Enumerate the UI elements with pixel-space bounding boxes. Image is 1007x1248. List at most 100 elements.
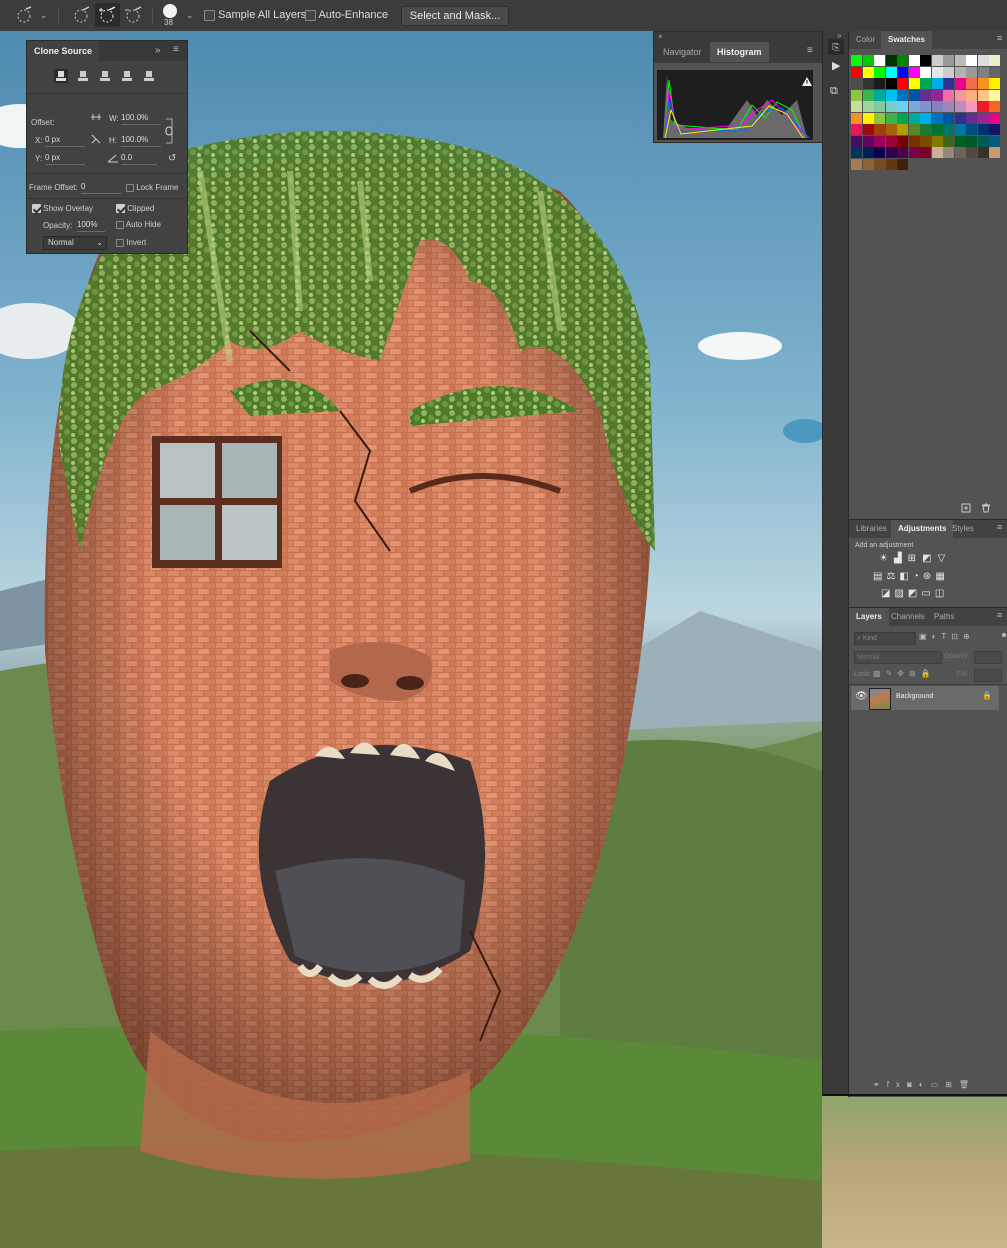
- color-swatch[interactable]: [885, 78, 897, 89]
- opacity-field[interactable]: 100%: [77, 219, 105, 232]
- color-swatch[interactable]: [897, 66, 908, 78]
- color-swatch[interactable]: [954, 112, 966, 124]
- color-swatch[interactable]: [862, 55, 874, 66]
- color-swatch[interactable]: [897, 124, 908, 135]
- lock-frame-checkbox[interactable]: Lock Frame: [126, 183, 178, 192]
- color-swatch[interactable]: [920, 112, 931, 124]
- panel-menu-icon[interactable]: ≡: [997, 33, 1002, 43]
- color-swatch[interactable]: [989, 89, 1000, 101]
- y-field[interactable]: 0 px: [45, 152, 85, 165]
- clone-source-panel-icon[interactable]: ⎘: [828, 39, 844, 55]
- color-swatch[interactable]: [954, 124, 966, 135]
- h-field[interactable]: 100.0%: [121, 134, 161, 147]
- channel-mixer-icon[interactable]: ⊛: [923, 571, 935, 582]
- color-swatch[interactable]: [966, 66, 977, 78]
- layer-row[interactable]: 👁 Background 🔒: [851, 686, 999, 710]
- color-swatch[interactable]: [862, 78, 874, 89]
- lock-transparent-icon[interactable]: ▩: [873, 669, 886, 678]
- panel-menu-icon[interactable]: ≡: [997, 610, 1002, 620]
- layer-name[interactable]: Background: [896, 693, 933, 700]
- color-swatch[interactable]: [862, 124, 874, 135]
- filter-type-icon[interactable]: T: [941, 632, 951, 641]
- color-swatch[interactable]: [966, 78, 977, 89]
- threshold-icon[interactable]: ◩: [908, 588, 921, 599]
- vibrance-icon[interactable]: ▽: [938, 553, 952, 564]
- color-swatch[interactable]: [920, 66, 931, 78]
- lock-paint-icon[interactable]: ✎: [886, 669, 898, 678]
- tab-libraries[interactable]: Libraries: [849, 520, 894, 538]
- color-swatch[interactable]: [885, 147, 897, 158]
- tab-swatches[interactable]: Swatches: [881, 31, 932, 49]
- color-swatch[interactable]: [954, 135, 966, 147]
- reset-transform-icon[interactable]: ↺: [168, 153, 176, 164]
- angle-field[interactable]: 0.0: [121, 152, 157, 165]
- overlay-blend-mode-dropdown[interactable]: Normal ⌄: [43, 236, 107, 250]
- color-swatch[interactable]: [874, 55, 885, 66]
- color-swatch[interactable]: [943, 78, 954, 89]
- color-swatch[interactable]: [989, 66, 1000, 78]
- color-balance-icon[interactable]: ⚖: [886, 571, 899, 582]
- color-swatch[interactable]: [874, 112, 885, 124]
- color-swatch[interactable]: [954, 147, 966, 158]
- color-swatch[interactable]: [943, 89, 954, 101]
- color-swatch[interactable]: [851, 101, 862, 112]
- color-swatch[interactable]: [908, 147, 920, 158]
- color-swatch[interactable]: [885, 135, 897, 147]
- tab-clone-source[interactable]: Clone Source: [27, 41, 100, 61]
- color-swatch[interactable]: [943, 55, 954, 66]
- color-swatch[interactable]: [862, 135, 874, 147]
- tab-histogram[interactable]: Histogram: [710, 42, 769, 62]
- link-layers-icon[interactable]: ⚭: [873, 1080, 887, 1089]
- color-swatch[interactable]: [874, 78, 885, 89]
- delete-layer-icon[interactable]: 🗑: [959, 1080, 976, 1089]
- tab-styles[interactable]: Styles: [945, 520, 981, 538]
- layer-fill-field[interactable]: [974, 669, 1002, 682]
- exposure-icon[interactable]: ◩: [922, 553, 937, 564]
- color-swatch[interactable]: [989, 78, 1000, 89]
- color-swatch[interactable]: [851, 147, 862, 158]
- color-swatch[interactable]: [885, 55, 897, 66]
- color-swatch[interactable]: [874, 135, 885, 147]
- color-swatch[interactable]: [874, 101, 885, 112]
- auto-hide-checkbox[interactable]: Auto Hide: [116, 220, 161, 229]
- color-swatch[interactable]: [989, 101, 1000, 112]
- color-swatch[interactable]: [966, 135, 977, 147]
- color-swatch[interactable]: [931, 55, 943, 66]
- warning-icon[interactable]: [802, 77, 812, 86]
- eye-visibility-icon[interactable]: 👁: [855, 691, 868, 702]
- color-swatch[interactable]: [966, 124, 977, 135]
- filter-toggle-icon[interactable]: [1002, 633, 1006, 637]
- add-to-selection-button[interactable]: [95, 3, 120, 27]
- color-swatch[interactable]: [954, 101, 966, 112]
- color-swatch[interactable]: [885, 101, 897, 112]
- frame-offset-field[interactable]: 0: [81, 181, 121, 194]
- color-swatch[interactable]: [989, 55, 1000, 66]
- panel-menu-icon[interactable]: ≡: [997, 522, 1002, 532]
- new-adjustment-layer-icon[interactable]: ◐: [919, 1080, 931, 1089]
- color-swatch[interactable]: [897, 55, 908, 66]
- color-swatch[interactable]: [908, 124, 920, 135]
- color-swatch[interactable]: [977, 66, 989, 78]
- color-swatch[interactable]: [851, 112, 862, 124]
- color-swatch[interactable]: [885, 89, 897, 101]
- link-proportions-icon[interactable]: [164, 117, 174, 145]
- color-swatch[interactable]: [851, 135, 862, 147]
- color-swatch[interactable]: [862, 158, 874, 170]
- clone-source-5-icon[interactable]: [142, 69, 156, 83]
- layer-blend-mode-dropdown[interactable]: Normal: [854, 651, 942, 664]
- color-swatch[interactable]: [966, 147, 977, 158]
- invert-icon[interactable]: ◪: [881, 588, 894, 599]
- color-swatch[interactable]: [977, 147, 989, 158]
- filter-pixel-icon[interactable]: ▣: [919, 632, 932, 641]
- add-mask-icon[interactable]: ◙: [907, 1080, 919, 1089]
- color-swatch[interactable]: [931, 112, 943, 124]
- new-selection-brush-icon[interactable]: [72, 6, 92, 24]
- color-swatch[interactable]: [874, 89, 885, 101]
- clone-source-2-icon[interactable]: [76, 69, 90, 83]
- color-swatch[interactable]: [989, 135, 1000, 147]
- color-swatch[interactable]: [885, 66, 897, 78]
- properties-icon[interactable]: ⧉: [830, 85, 838, 98]
- color-swatch[interactable]: [977, 135, 989, 147]
- color-swatch[interactable]: [897, 112, 908, 124]
- color-swatch[interactable]: [966, 112, 977, 124]
